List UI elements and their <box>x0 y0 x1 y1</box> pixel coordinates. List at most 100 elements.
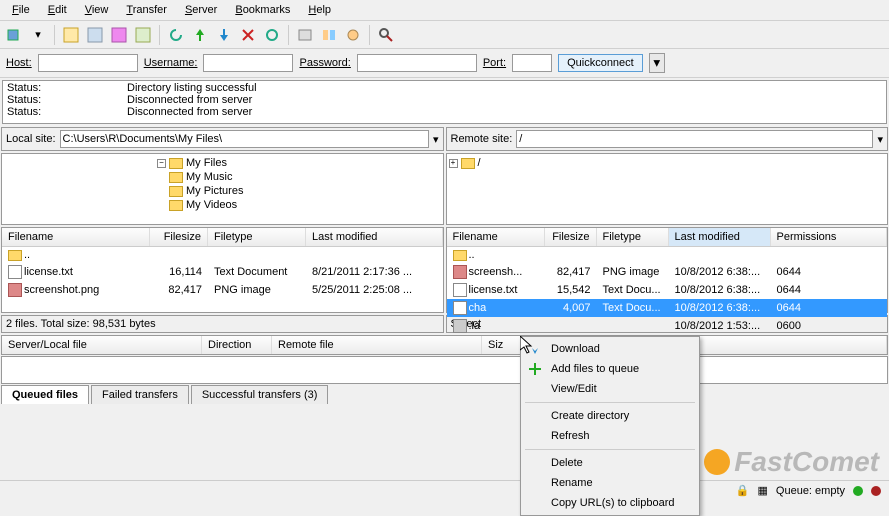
col-direction[interactable]: Direction <box>202 336 272 354</box>
process-queue-icon[interactable] <box>190 25 210 45</box>
remote-path-input[interactable] <box>516 130 873 148</box>
status-log[interactable]: Status:Directory listing successful Stat… <box>2 80 887 124</box>
remote-file-list[interactable]: Filename Filesize Filetype Last modified… <box>446 227 889 313</box>
col-lastmod[interactable]: Last modified <box>669 228 771 246</box>
tree-node[interactable]: My Videos <box>186 199 237 211</box>
site-manager-icon[interactable] <box>4 25 24 45</box>
queue-headers: Server/Local file Direction Remote file … <box>1 335 888 355</box>
col-filetype[interactable]: Filetype <box>208 228 306 246</box>
disconnect-icon[interactable] <box>238 25 258 45</box>
toggle-tree-icon[interactable] <box>85 25 105 45</box>
filter-icon[interactable] <box>295 25 315 45</box>
ctx-download[interactable]: Download <box>523 339 697 359</box>
local-file-list[interactable]: Filename Filesize Filetype Last modified… <box>1 227 444 313</box>
compare-icon[interactable] <box>319 25 339 45</box>
folder-icon <box>169 200 183 211</box>
host-input[interactable] <box>38 54 138 72</box>
dropdown-icon[interactable]: ▾ <box>28 25 48 45</box>
col-lastmod[interactable]: Last modified <box>306 228 443 246</box>
local-site-bar: Local site: ▾ <box>1 127 444 151</box>
folder-icon <box>169 186 183 197</box>
remote-site-bar: Remote site: ▾ <box>446 127 889 151</box>
menubar: File Edit View Transfer Server Bookmarks… <box>0 0 889 21</box>
menu-file[interactable]: File <box>4 2 38 18</box>
menu-edit[interactable]: Edit <box>40 2 75 18</box>
port-label: Port: <box>483 57 506 69</box>
local-path-dropdown[interactable]: ▾ <box>433 133 439 146</box>
ctx-view-edit[interactable]: View/Edit <box>523 379 697 399</box>
local-summary: 2 files. Total size: 98,531 bytes <box>1 315 444 333</box>
ctx-delete[interactable]: Delete <box>523 453 697 473</box>
tab[interactable]: Queued files <box>1 385 89 404</box>
queue-body[interactable] <box>1 356 888 384</box>
tree-node[interactable]: My Pictures <box>186 185 243 197</box>
status-msg: Disconnected from server <box>127 106 252 118</box>
quickconnect-bar: Host: Username: Password: Port: Quickcon… <box>0 49 889 78</box>
expand-icon[interactable]: − <box>157 159 166 168</box>
toggle-remote-icon[interactable] <box>133 25 153 45</box>
la-icon <box>453 319 467 333</box>
file-row[interactable]: .la10/8/2012 1:53:...0600 <box>447 317 888 335</box>
quickconnect-button[interactable]: Quickconnect <box>558 54 643 72</box>
menu-server[interactable]: Server <box>177 2 225 18</box>
png-icon <box>8 283 22 297</box>
file-row[interactable]: cha4,007Text Docu...10/8/2012 6:38:...06… <box>447 299 888 317</box>
file-row[interactable]: .. <box>2 247 443 263</box>
tab[interactable]: Successful transfers (3) <box>191 385 329 404</box>
file-row[interactable]: screenshot.png82,417PNG image5/25/2011 2… <box>2 281 443 299</box>
menu-view[interactable]: View <box>77 2 117 18</box>
reconnect-icon[interactable] <box>262 25 282 45</box>
col-filename[interactable]: Filename <box>2 228 150 246</box>
local-path-input[interactable] <box>60 130 429 148</box>
ctx-rename[interactable]: Rename <box>523 473 697 493</box>
watermark-text: FastComet <box>734 446 879 478</box>
file-row[interactable]: .. <box>447 247 888 263</box>
watermark-icon <box>704 449 730 475</box>
ctx-copy-url-s-to-clipboard[interactable]: Copy URL(s) to clipboard <box>523 493 697 513</box>
ctx-create-directory[interactable]: Create directory <box>523 406 697 426</box>
local-tree[interactable]: − My Files My Music My Pictures My Videos <box>1 153 444 225</box>
menu-bookmarks[interactable]: Bookmarks <box>227 2 298 18</box>
file-row[interactable]: screensh...82,417PNG image10/8/2012 6:38… <box>447 263 888 281</box>
toggle-queue-icon[interactable] <box>109 25 129 45</box>
col-permissions[interactable]: Permissions <box>771 228 888 246</box>
remote-path-dropdown[interactable]: ▾ <box>877 133 883 146</box>
password-input[interactable] <box>357 54 477 72</box>
password-label: Password: <box>299 57 350 69</box>
menu-help[interactable]: Help <box>300 2 339 18</box>
folder-icon <box>8 250 22 261</box>
menu-transfer[interactable]: Transfer <box>118 2 175 18</box>
file-row[interactable]: license.txt15,542Text Docu...10/8/2012 6… <box>447 281 888 299</box>
search-icon[interactable] <box>376 25 396 45</box>
col-filesize[interactable]: Filesize <box>150 228 208 246</box>
quickconnect-dropdown[interactable]: ▾ <box>649 53 665 73</box>
cancel-icon[interactable] <box>214 25 234 45</box>
username-label: Username: <box>144 57 198 69</box>
local-site-label: Local site: <box>6 133 56 145</box>
username-input[interactable] <box>203 54 293 72</box>
col-filesize[interactable]: Filesize <box>545 228 597 246</box>
remote-tree[interactable]: +/ <box>446 153 889 225</box>
file-row[interactable]: license.txt16,114Text Document8/21/2011 … <box>2 263 443 281</box>
host-label: Host: <box>6 57 32 69</box>
queue-tabs: Queued filesFailed transfersSuccessful t… <box>1 385 888 404</box>
col-server-local[interactable]: Server/Local file <box>2 336 202 354</box>
expand-icon[interactable]: + <box>449 159 458 168</box>
toggle-log-icon[interactable] <box>61 25 81 45</box>
tree-node[interactable]: My Files <box>186 157 227 169</box>
refresh-icon[interactable] <box>166 25 186 45</box>
sync-icon[interactable] <box>343 25 363 45</box>
col-filetype[interactable]: Filetype <box>597 228 669 246</box>
folder-icon <box>169 158 183 169</box>
col-remote-file[interactable]: Remote file <box>272 336 482 354</box>
status-label: Status: <box>7 82 127 94</box>
ctx-refresh[interactable]: Refresh <box>523 426 697 446</box>
col-filename[interactable]: Filename <box>447 228 545 246</box>
status-msg: Directory listing successful <box>127 82 257 94</box>
port-input[interactable] <box>512 54 552 72</box>
ctx-add-files-to-queue[interactable]: Add files to queue <box>523 359 697 379</box>
tree-node[interactable]: / <box>478 157 481 169</box>
status-label: Status: <box>7 94 127 106</box>
tab[interactable]: Failed transfers <box>91 385 189 404</box>
tree-node[interactable]: My Music <box>186 171 232 183</box>
